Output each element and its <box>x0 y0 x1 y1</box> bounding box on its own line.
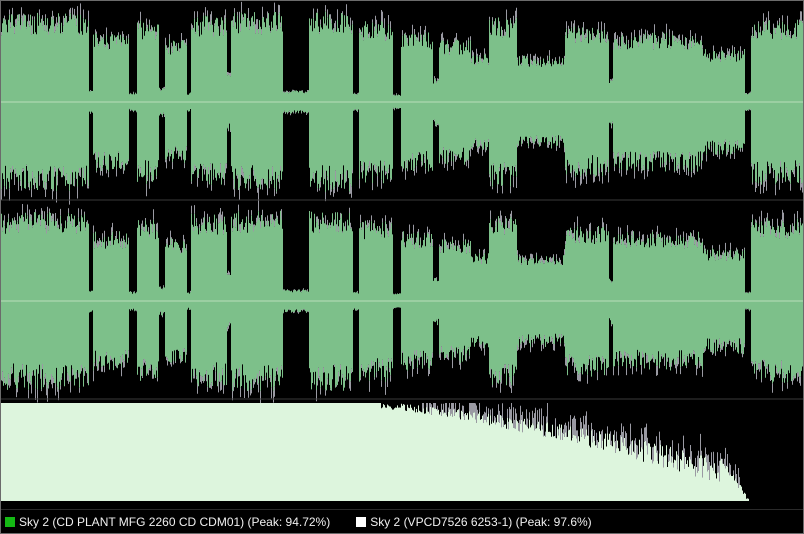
green-square-icon <box>5 516 15 527</box>
legend-label-vpcd: Sky 2 (VPCD7526 6253-1) (Peak: 97.6%) <box>370 514 592 529</box>
channel-1-waveform <box>1 1 803 205</box>
channel-2-waveform <box>1 200 803 405</box>
waveform-comparison-window: Sky 2 (CD PLANT MFG 2260 CD CDM01) (Peak… <box>0 0 804 534</box>
legend-item-cd-plant: Sky 2 (CD PLANT MFG 2260 CD CDM01) (Peak… <box>5 515 330 529</box>
legend-label-cd-plant: Sky 2 (CD PLANT MFG 2260 CD CDM01) (Peak… <box>19 514 331 529</box>
legend-bar: Sky 2 (CD PLANT MFG 2260 CD CDM01) (Peak… <box>1 509 803 533</box>
waveform-display <box>1 1 803 501</box>
spectrum-view <box>1 403 749 501</box>
white-square-icon <box>356 516 367 527</box>
legend-item-vpcd: Sky 2 (VPCD7526 6253-1) (Peak: 97.6%) <box>356 514 592 529</box>
